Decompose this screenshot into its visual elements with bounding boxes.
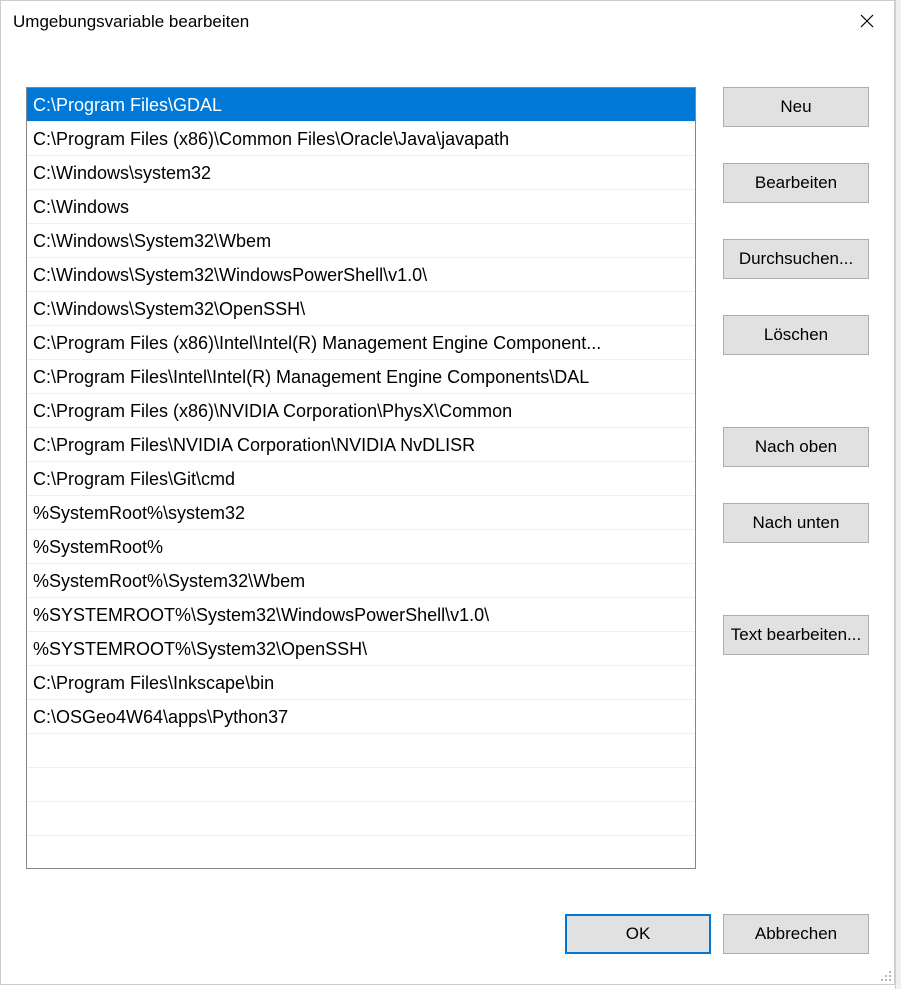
path-list-item[interactable]: %SystemRoot%\system32 xyxy=(27,496,695,530)
cancel-button[interactable]: Abbrechen xyxy=(723,914,869,954)
edit-button[interactable]: Bearbeiten xyxy=(723,163,869,203)
dialog-window: Umgebungsvariable bearbeiten C:\Program … xyxy=(0,0,895,985)
dialog-title: Umgebungsvariable bearbeiten xyxy=(13,12,249,32)
bottom-button-panel: OK Abbrechen xyxy=(565,914,869,954)
browse-button[interactable]: Durchsuchen... xyxy=(723,239,869,279)
path-list-item[interactable]: %SYSTEMROOT%\System32\OpenSSH\ xyxy=(27,632,695,666)
path-list-item[interactable]: C:\OSGeo4W64\apps\Python37 xyxy=(27,700,695,734)
path-list-item[interactable]: C:\Windows\System32\Wbem xyxy=(27,224,695,258)
path-list-item[interactable]: %SYSTEMROOT%\System32\WindowsPowerShell\… xyxy=(27,598,695,632)
edit-text-button[interactable]: Text bearbeiten... xyxy=(723,615,869,655)
path-list-item[interactable]: C:\Windows\system32 xyxy=(27,156,695,190)
resize-grip[interactable] xyxy=(878,968,892,982)
content-area: C:\Program Files\GDALC:\Program Files (x… xyxy=(26,87,869,954)
path-list-item[interactable]: C:\Program Files\Git\cmd xyxy=(27,462,695,496)
path-list-empty-row[interactable]: . xyxy=(27,802,695,836)
path-list-item[interactable]: C:\Program Files (x86)\NVIDIA Corporatio… xyxy=(27,394,695,428)
close-button[interactable] xyxy=(844,6,890,38)
path-list-item[interactable]: C:\Windows\System32\OpenSSH\ xyxy=(27,292,695,326)
path-list-empty-row[interactable]: . xyxy=(27,768,695,802)
path-list-item[interactable]: C:\Program Files\Intel\Intel(R) Manageme… xyxy=(27,360,695,394)
path-list-empty-row[interactable]: . xyxy=(27,836,695,869)
path-list-empty-row[interactable]: . xyxy=(27,734,695,768)
path-list-item[interactable]: C:\Windows xyxy=(27,190,695,224)
background-window-edge xyxy=(895,0,901,989)
path-list-item[interactable]: C:\Windows\System32\WindowsPowerShell\v1… xyxy=(27,258,695,292)
move-down-button[interactable]: Nach unten xyxy=(723,503,869,543)
move-up-button[interactable]: Nach oben xyxy=(723,427,869,467)
new-button[interactable]: Neu xyxy=(723,87,869,127)
path-list-item[interactable]: %SystemRoot% xyxy=(27,530,695,564)
path-list-item[interactable]: C:\Program Files (x86)\Intel\Intel(R) Ma… xyxy=(27,326,695,360)
path-list-item[interactable]: %SystemRoot%\System32\Wbem xyxy=(27,564,695,598)
path-list-item[interactable]: C:\Program Files\Inkscape\bin xyxy=(27,666,695,700)
path-list-item[interactable]: C:\Program Files (x86)\Common Files\Orac… xyxy=(27,122,695,156)
delete-button[interactable]: Löschen xyxy=(723,315,869,355)
path-list[interactable]: C:\Program Files\GDALC:\Program Files (x… xyxy=(26,87,696,869)
path-list-item[interactable]: C:\Program Files\NVIDIA Corporation\NVID… xyxy=(27,428,695,462)
path-list-item[interactable]: C:\Program Files\GDAL xyxy=(27,88,695,122)
titlebar: Umgebungsvariable bearbeiten xyxy=(1,1,894,43)
side-button-panel: Neu Bearbeiten Durchsuchen... Löschen Na… xyxy=(723,87,869,655)
close-icon xyxy=(860,14,874,31)
ok-button[interactable]: OK xyxy=(565,914,711,954)
